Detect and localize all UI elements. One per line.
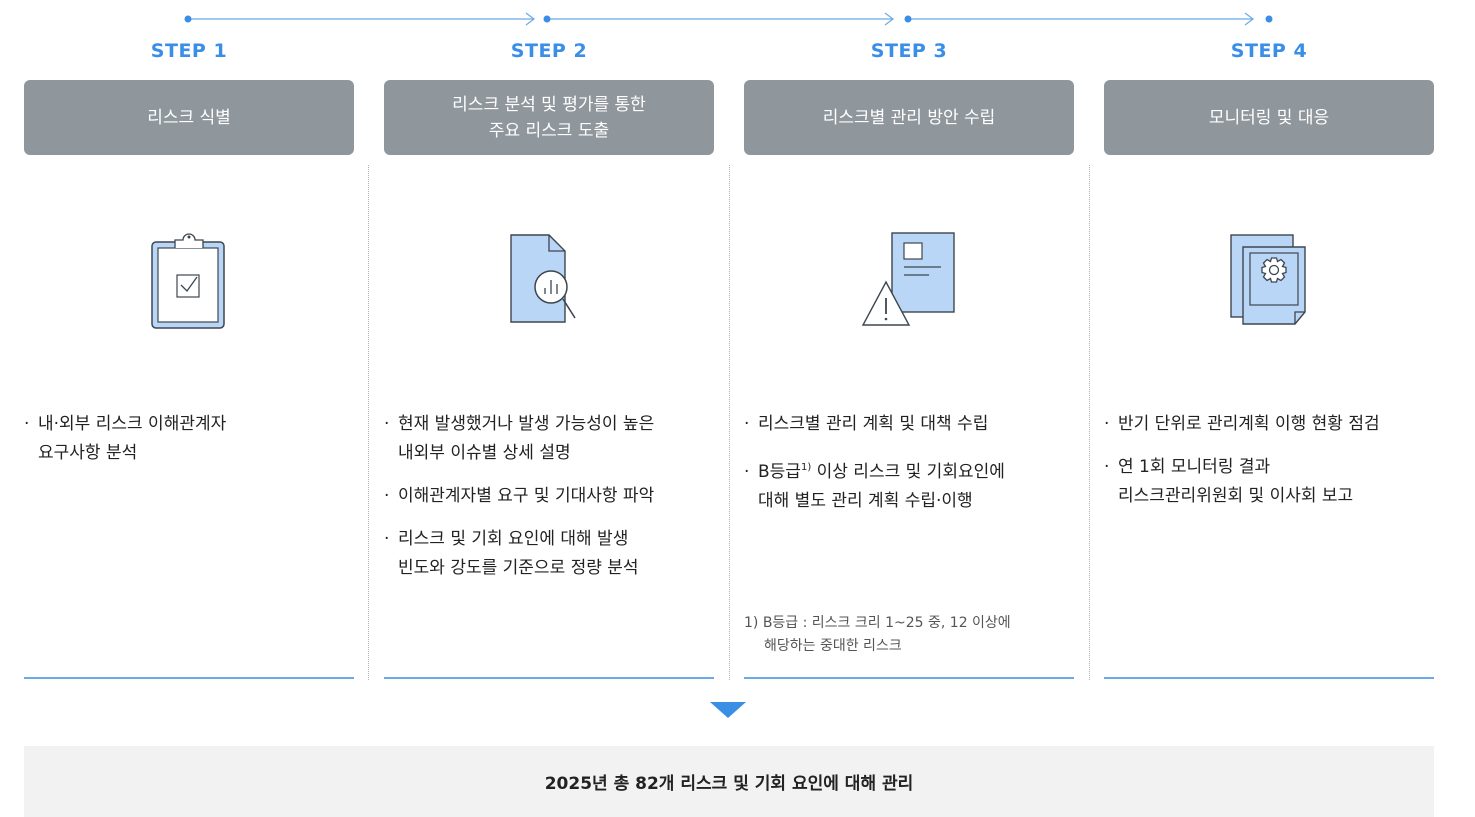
- list-item: · B등급1) 이상 리스크 및 기회요인에 대해 별도 관리 계획 수립·이행: [744, 462, 1005, 511]
- step-title-text: 리스크 식별: [147, 107, 231, 128]
- list-item: · 반기 단위로 관리계획 이행 현황 점검: [1104, 414, 1380, 434]
- document-magnifier-chart-icon: [499, 220, 599, 340]
- item-text: 연 1회 모니터링 결과 리스크관리위원회 및 이사회 보고: [1118, 457, 1354, 506]
- list-item: · 리스크 및 기회 요인에 대해 발생 빈도와 강도를 기준으로 정량 분석: [384, 529, 639, 578]
- step-title: 리스크별 관리 방안 수립: [744, 80, 1074, 155]
- down-arrow-icon: [710, 702, 746, 718]
- step-label: STEP 3: [870, 40, 948, 62]
- list-item: · 연 1회 모니터링 결과 리스크관리위원회 및 이사회 보고: [1104, 457, 1354, 506]
- document-warning-icon: [859, 220, 959, 340]
- list-item: · 이해관계자별 요구 및 기대사항 파악: [384, 486, 655, 506]
- footnote-line-2: 해당하는 중대한 리스크: [764, 638, 902, 654]
- step-title-text: 리스크별 관리 방안 수립: [822, 107, 996, 128]
- step-label: STEP 2: [510, 40, 588, 62]
- item-text: 내·외부 리스크 이해관계자 요구사항 분석: [38, 414, 227, 463]
- step-4: STEP 4 모니터링 및 대응 · 반기 단위로 관리계획 이행 현황 점검 ·…: [1104, 0, 1434, 680]
- summary-text: 2025년 총 82개 리스크 및 기회 요인에 대해 관리: [544, 774, 914, 794]
- item-text: 반기 단위로 관리계획 이행 현황 점검: [1118, 414, 1380, 434]
- step-items: · 현재 발생했거나 발생 가능성이 높은 내외부 이슈별 상세 설명 · 이해관계…: [384, 410, 724, 597]
- step-divider: [368, 165, 369, 680]
- step-title: 모니터링 및 대응: [1104, 80, 1434, 155]
- list-item: · 내·외부 리스크 이해관계자 요구사항 분석: [24, 414, 227, 463]
- step-bottom-line: [24, 677, 354, 679]
- footnote-marker: 1): [800, 462, 812, 473]
- step-items: · 내·외부 리스크 이해관계자 요구사항 분석: [24, 410, 364, 482]
- footnote: 1) B등급 : 리스크 크리 1~25 중, 12 이상에 해당하는 중대한 …: [744, 612, 1011, 658]
- item-text: 리스크 및 기회 요인에 대해 발생 빈도와 강도를 기준으로 정량 분석: [398, 529, 639, 578]
- step-label: STEP 1: [150, 40, 228, 62]
- step-bottom-line: [1104, 677, 1434, 679]
- clipboard-check-icon: [139, 220, 239, 340]
- list-item: · 현재 발생했거나 발생 가능성이 높은 내외부 이슈별 상세 설명: [384, 414, 655, 463]
- step-title-text: 모니터링 및 대응: [1208, 107, 1330, 128]
- step-2: STEP 2 리스크 분석 및 평가를 통한 주요 리스크 도출 · 현재 발생했…: [384, 0, 714, 680]
- step-divider: [1089, 165, 1090, 680]
- step-items: · 리스크별 관리 계획 및 대책 수립 · B등급1) 이상 리스크 및 기회요인…: [744, 410, 1084, 530]
- document-gear-icon: [1219, 220, 1319, 340]
- step-title: 리스크 분석 및 평가를 통한 주요 리스크 도출: [384, 80, 714, 155]
- footnote-line-1: 1) B등급 : 리스크 크리 1~25 중, 12 이상에: [744, 615, 1011, 631]
- item-text: 이해관계자별 요구 및 기대사항 파악: [398, 486, 655, 506]
- step-3: STEP 3 리스크별 관리 방안 수립 · 리스크별 관리 계획 및 대책 수립…: [744, 0, 1074, 680]
- step-items: · 반기 단위로 관리계획 이행 현황 점검 · 연 1회 모니터링 결과 리스크관…: [1104, 410, 1444, 525]
- item-text-superscript: B등급1) 이상 리스크 및 기회요인에 대해 별도 관리 계획 수립·이행: [758, 462, 1005, 511]
- item-text: 현재 발생했거나 발생 가능성이 높은 내외부 이슈별 상세 설명: [398, 414, 655, 463]
- item-text: 리스크별 관리 계획 및 대책 수립: [758, 414, 989, 434]
- step-divider: [729, 165, 730, 680]
- step-1: STEP 1 리스크 식별 · 내·외부 리스크 이해관계자 요구사항 분석: [24, 0, 354, 680]
- step-label: STEP 4: [1230, 40, 1308, 62]
- step-title: 리스크 식별: [24, 80, 354, 155]
- step-bottom-line: [744, 677, 1074, 679]
- step-title-text: 리스크 분석 및 평가를 통한 주요 리스크 도출: [452, 94, 646, 141]
- summary-banner: 2025년 총 82개 리스크 및 기회 요인에 대해 관리: [24, 746, 1434, 817]
- step-bottom-line: [384, 677, 714, 679]
- list-item: · 리스크별 관리 계획 및 대책 수립: [744, 414, 989, 434]
